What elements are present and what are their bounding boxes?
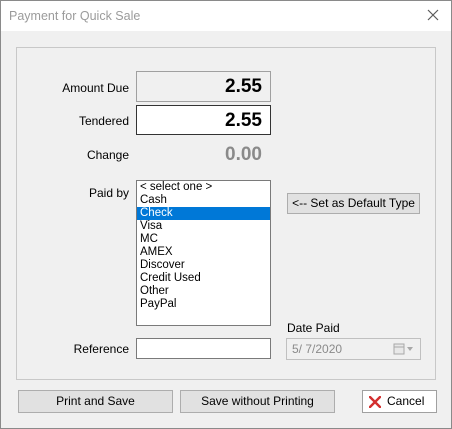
list-item[interactable]: Visa [137,220,270,233]
payment-dialog: Payment for Quick Sale Amount Due 2.55 T… [0,0,452,429]
reference-input[interactable] [136,338,271,359]
list-item[interactable]: AMEX [137,246,270,259]
list-item[interactable]: < select one > [137,181,270,194]
close-icon[interactable] [425,7,441,23]
set-default-type-button[interactable]: <-- Set as Default Type [287,193,420,214]
cancel-button[interactable]: Cancel [362,390,437,413]
date-paid-value: 5/ 7/2020 [292,342,343,356]
payment-type-list[interactable]: < select one > Cash Check Visa MC AMEX D… [136,180,271,326]
change-label: Change [86,148,129,162]
amount-due-label: Amount Due [62,81,129,95]
list-item[interactable]: Cash [137,194,270,207]
list-item-selected[interactable]: Check [137,207,270,220]
print-and-save-button[interactable]: Print and Save [18,390,173,413]
save-without-printing-button[interactable]: Save without Printing [180,390,335,413]
list-item[interactable]: Other [137,285,270,298]
date-paid-picker[interactable]: 5/ 7/2020 [286,338,421,360]
tendered-input[interactable]: 2.55 [136,105,271,135]
cancel-label: Cancel [387,394,425,408]
list-item[interactable]: Discover [137,259,270,272]
list-item[interactable]: PayPal [137,298,270,311]
window-title: Payment for Quick Sale [9,9,141,23]
amount-due-field: 2.55 [136,71,271,102]
title-bar: Payment for Quick Sale [1,1,451,31]
calendar-dropdown-icon[interactable] [392,342,416,356]
change-value: 0.00 [225,144,262,165]
list-item[interactable]: MC [137,233,270,246]
tendered-value: 2.55 [225,110,262,131]
tendered-label: Tendered [78,114,129,128]
reference-label: Reference [73,342,129,356]
list-item[interactable]: Credit Used [137,272,270,285]
date-paid-label: Date Paid [287,321,340,335]
change-field: 0.00 [136,139,271,169]
cancel-x-icon [369,396,381,408]
paid-by-label: Paid by [88,186,129,200]
amount-due-value: 2.55 [225,76,262,97]
